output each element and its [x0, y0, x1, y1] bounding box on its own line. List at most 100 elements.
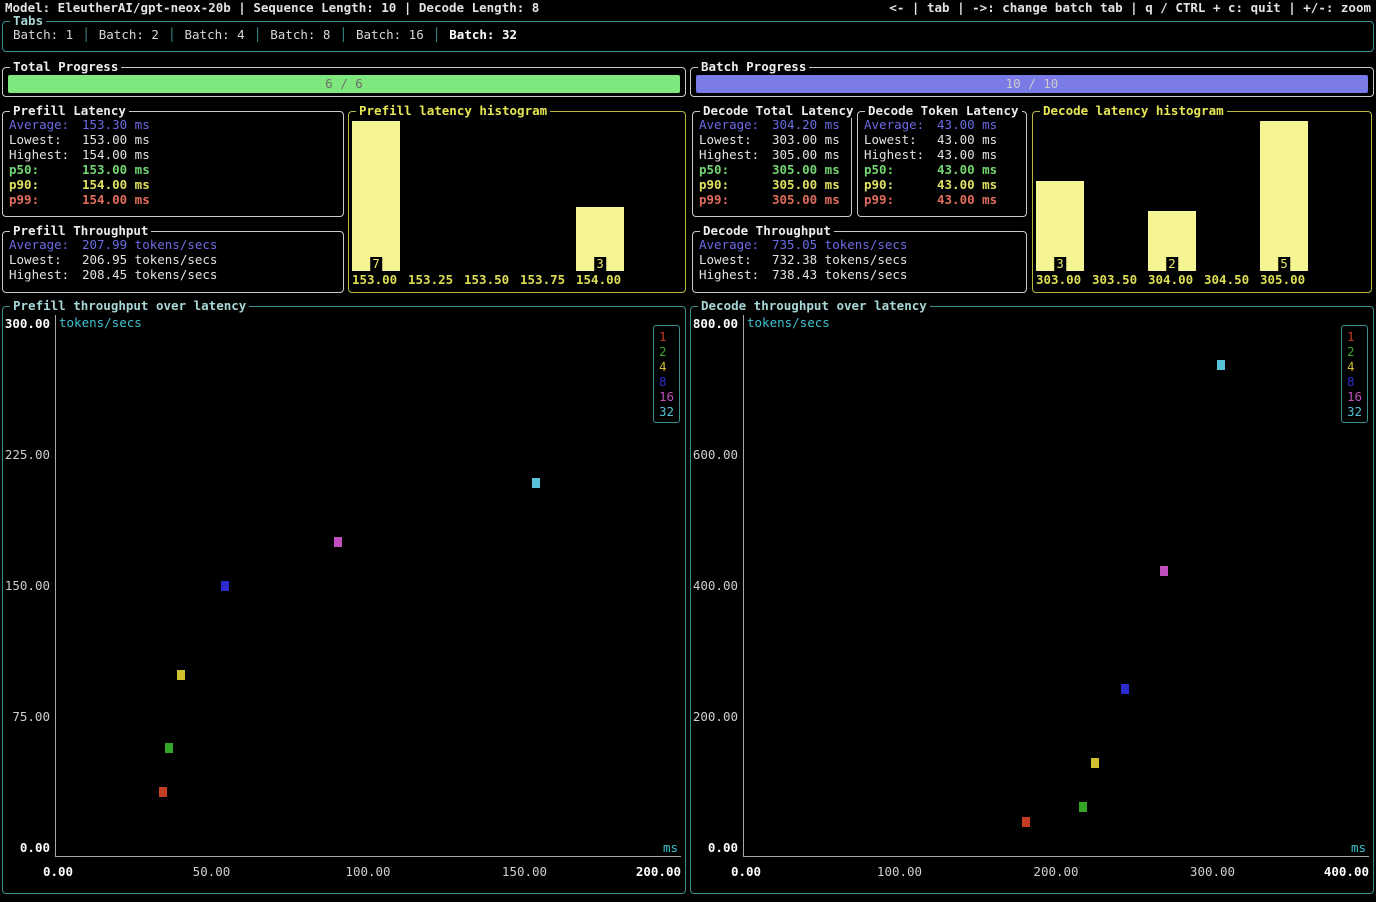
legend-entry-batch-8: 8 — [1347, 374, 1367, 389]
keybindings-hint: <- | tab | ->: change batch tab | q / CT… — [889, 0, 1371, 16]
stat-label: Highest: — [864, 147, 937, 162]
prefill-latency-rows: Average:153.30 msLowest:153.00 msHighest… — [3, 112, 343, 207]
decode-scatter-y-axis: 800.00600.00400.00200.000.00 — [693, 315, 741, 857]
hist-bar-count: 5 — [1278, 257, 1290, 271]
decode-throughput-rows: Average:735.05 tokens/secsLowest:732.38 … — [693, 232, 1026, 282]
stat-label: Average: — [699, 117, 772, 132]
batch-progress-bar: 10 / 10 — [696, 75, 1368, 93]
stat-value: 208.45 tokens/secs — [82, 267, 217, 282]
stat-value: 153.00 ms — [82, 162, 150, 177]
scatter-y-tick: 600.00 — [693, 447, 738, 462]
legend-entry-batch-8: 8 — [659, 374, 679, 389]
batch-tab-row: Batch: 1│Batch: 2│Batch: 4│Batch: 8│Batc… — [3, 22, 1373, 42]
hist-x-tick: 153.00 — [352, 272, 397, 287]
legend-entry-batch-32: 32 — [659, 404, 679, 419]
decode-histogram-title: Decode latency histogram — [1040, 103, 1227, 118]
legend-entry-batch-16: 16 — [659, 389, 679, 404]
decode-scatter-canvas — [743, 315, 1369, 857]
tab-separator: │ — [424, 27, 450, 42]
legend-entry-batch-2: 2 — [659, 344, 679, 359]
tab-batch-8[interactable]: Batch: 8 — [270, 27, 330, 42]
scatter-point-batch-16 — [334, 537, 342, 547]
prefill-scatter-y-axis: 300.00225.00150.0075.000.00 — [5, 315, 53, 857]
prefill-histogram-title: Prefill latency histogram — [356, 103, 550, 118]
stat-value: 153.00 ms — [82, 132, 150, 147]
prefill-scatter-x-axis: 0.0050.00100.00150.00200.00 — [55, 864, 681, 880]
tab-batch-1[interactable]: Batch: 1 — [13, 27, 73, 42]
stat-value: 207.99 tokens/secs — [82, 237, 217, 252]
scatter-x-tick: 100.00 — [877, 864, 922, 879]
hist-bar-count: 3 — [594, 257, 606, 271]
decode-throughput-box: Decode Throughput Average:735.05 tokens/… — [692, 231, 1027, 293]
stat-value: 305.00 ms — [772, 192, 840, 207]
stat-row-highest: Highest:305.00 ms — [699, 147, 851, 162]
decode-histogram-ticks: 303.00303.50304.00304.50305.00 — [1036, 272, 1368, 287]
stat-value: 43.00 ms — [937, 147, 997, 162]
hist-x-tick: 153.75 — [520, 272, 565, 287]
top-keybar: Model: EleutherAI/gpt-neox-20b | Sequenc… — [0, 0, 1376, 16]
tab-batch-16[interactable]: Batch: 16 — [356, 27, 424, 42]
stat-label: Average: — [864, 117, 937, 132]
stat-row-p99: p99:305.00 ms — [699, 192, 851, 207]
hist-bar-153.00: 7 — [352, 121, 400, 271]
decode-scatter-box: Decode throughput over latency 800.00600… — [690, 306, 1374, 894]
scatter-x-tick: 100.00 — [345, 864, 390, 879]
decode-scatter-y-unit: tokens/secs — [747, 315, 830, 330]
stat-label: Highest: — [699, 267, 772, 282]
stat-label: Lowest: — [699, 132, 772, 147]
stat-value: 305.00 ms — [772, 162, 840, 177]
tab-separator: │ — [330, 27, 356, 42]
scatter-point-batch-32 — [532, 478, 540, 488]
total-progress-value: 6 / 6 — [325, 76, 363, 91]
legend-entry-batch-32: 32 — [1347, 404, 1367, 419]
stat-value: 43.00 ms — [937, 177, 997, 192]
scatter-y-tick: 75.00 — [12, 709, 50, 724]
stat-row-highest: Highest:208.45 tokens/secs — [9, 267, 343, 282]
stat-label: p90: — [9, 177, 82, 192]
prefill-histogram-ticks: 153.00153.25153.50153.75154.00 — [352, 272, 682, 287]
stat-row-p50: p50:305.00 ms — [699, 162, 851, 177]
tab-separator: │ — [73, 27, 99, 42]
stat-row-lowest: Lowest:732.38 tokens/secs — [699, 252, 1026, 267]
decode-latency-histogram-box: Decode latency histogram 325 303.00303.5… — [1032, 111, 1372, 293]
stat-row-lowest: Lowest:303.00 ms — [699, 132, 851, 147]
stat-value: 305.00 ms — [772, 147, 840, 162]
scatter-x-tick: 300.00 — [1190, 864, 1235, 879]
scatter-point-batch-32 — [1217, 360, 1225, 370]
tab-batch-2[interactable]: Batch: 2 — [99, 27, 159, 42]
stat-label: Lowest: — [9, 132, 82, 147]
hist-bar-305.00: 5 — [1260, 121, 1308, 271]
decode-scatter-title: Decode throughput over latency — [698, 298, 930, 313]
tab-batch-32[interactable]: Batch: 32 — [449, 27, 517, 42]
scatter-x-tick: 400.00 — [1324, 864, 1369, 879]
stat-value: 735.05 tokens/secs — [772, 237, 907, 252]
scatter-x-tick: 0.00 — [43, 864, 73, 879]
stat-row-lowest: Lowest:43.00 ms — [864, 132, 1026, 147]
scatter-x-tick: 150.00 — [502, 864, 547, 879]
tab-batch-4[interactable]: Batch: 4 — [185, 27, 245, 42]
stat-value: 43.00 ms — [937, 162, 997, 177]
stat-value: 154.00 ms — [82, 177, 150, 192]
stat-label: Lowest: — [864, 132, 937, 147]
prefill-latency-title: Prefill Latency — [10, 103, 129, 118]
stat-label: p99: — [9, 192, 82, 207]
scatter-y-tick: 0.00 — [20, 840, 50, 855]
batch-progress-value: 10 / 10 — [1006, 76, 1059, 91]
hist-bar-154.00: 3 — [576, 207, 624, 271]
stat-value: 154.00 ms — [82, 192, 150, 207]
benchmark-tui-app: Model: EleutherAI/gpt-neox-20b | Sequenc… — [0, 0, 1376, 902]
prefill-latency-box: Prefill Latency Average:153.30 msLowest:… — [2, 111, 344, 217]
stat-value: 305.00 ms — [772, 177, 840, 192]
scatter-point-batch-1 — [1022, 817, 1030, 827]
legend-entry-batch-2: 2 — [1347, 344, 1367, 359]
stat-row-highest: Highest:154.00 ms — [9, 147, 343, 162]
hist-bar-count: 2 — [1166, 257, 1178, 271]
stat-label: Average: — [9, 237, 82, 252]
stat-row-p99: p99:154.00 ms — [9, 192, 343, 207]
scatter-point-batch-4 — [1091, 758, 1099, 768]
stat-row-average: Average:207.99 tokens/secs — [9, 237, 343, 252]
stat-row-p90: p90:154.00 ms — [9, 177, 343, 192]
hist-x-tick: 154.00 — [576, 272, 621, 287]
stat-row-p50: p50:43.00 ms — [864, 162, 1026, 177]
scatter-y-tick: 200.00 — [693, 709, 738, 724]
